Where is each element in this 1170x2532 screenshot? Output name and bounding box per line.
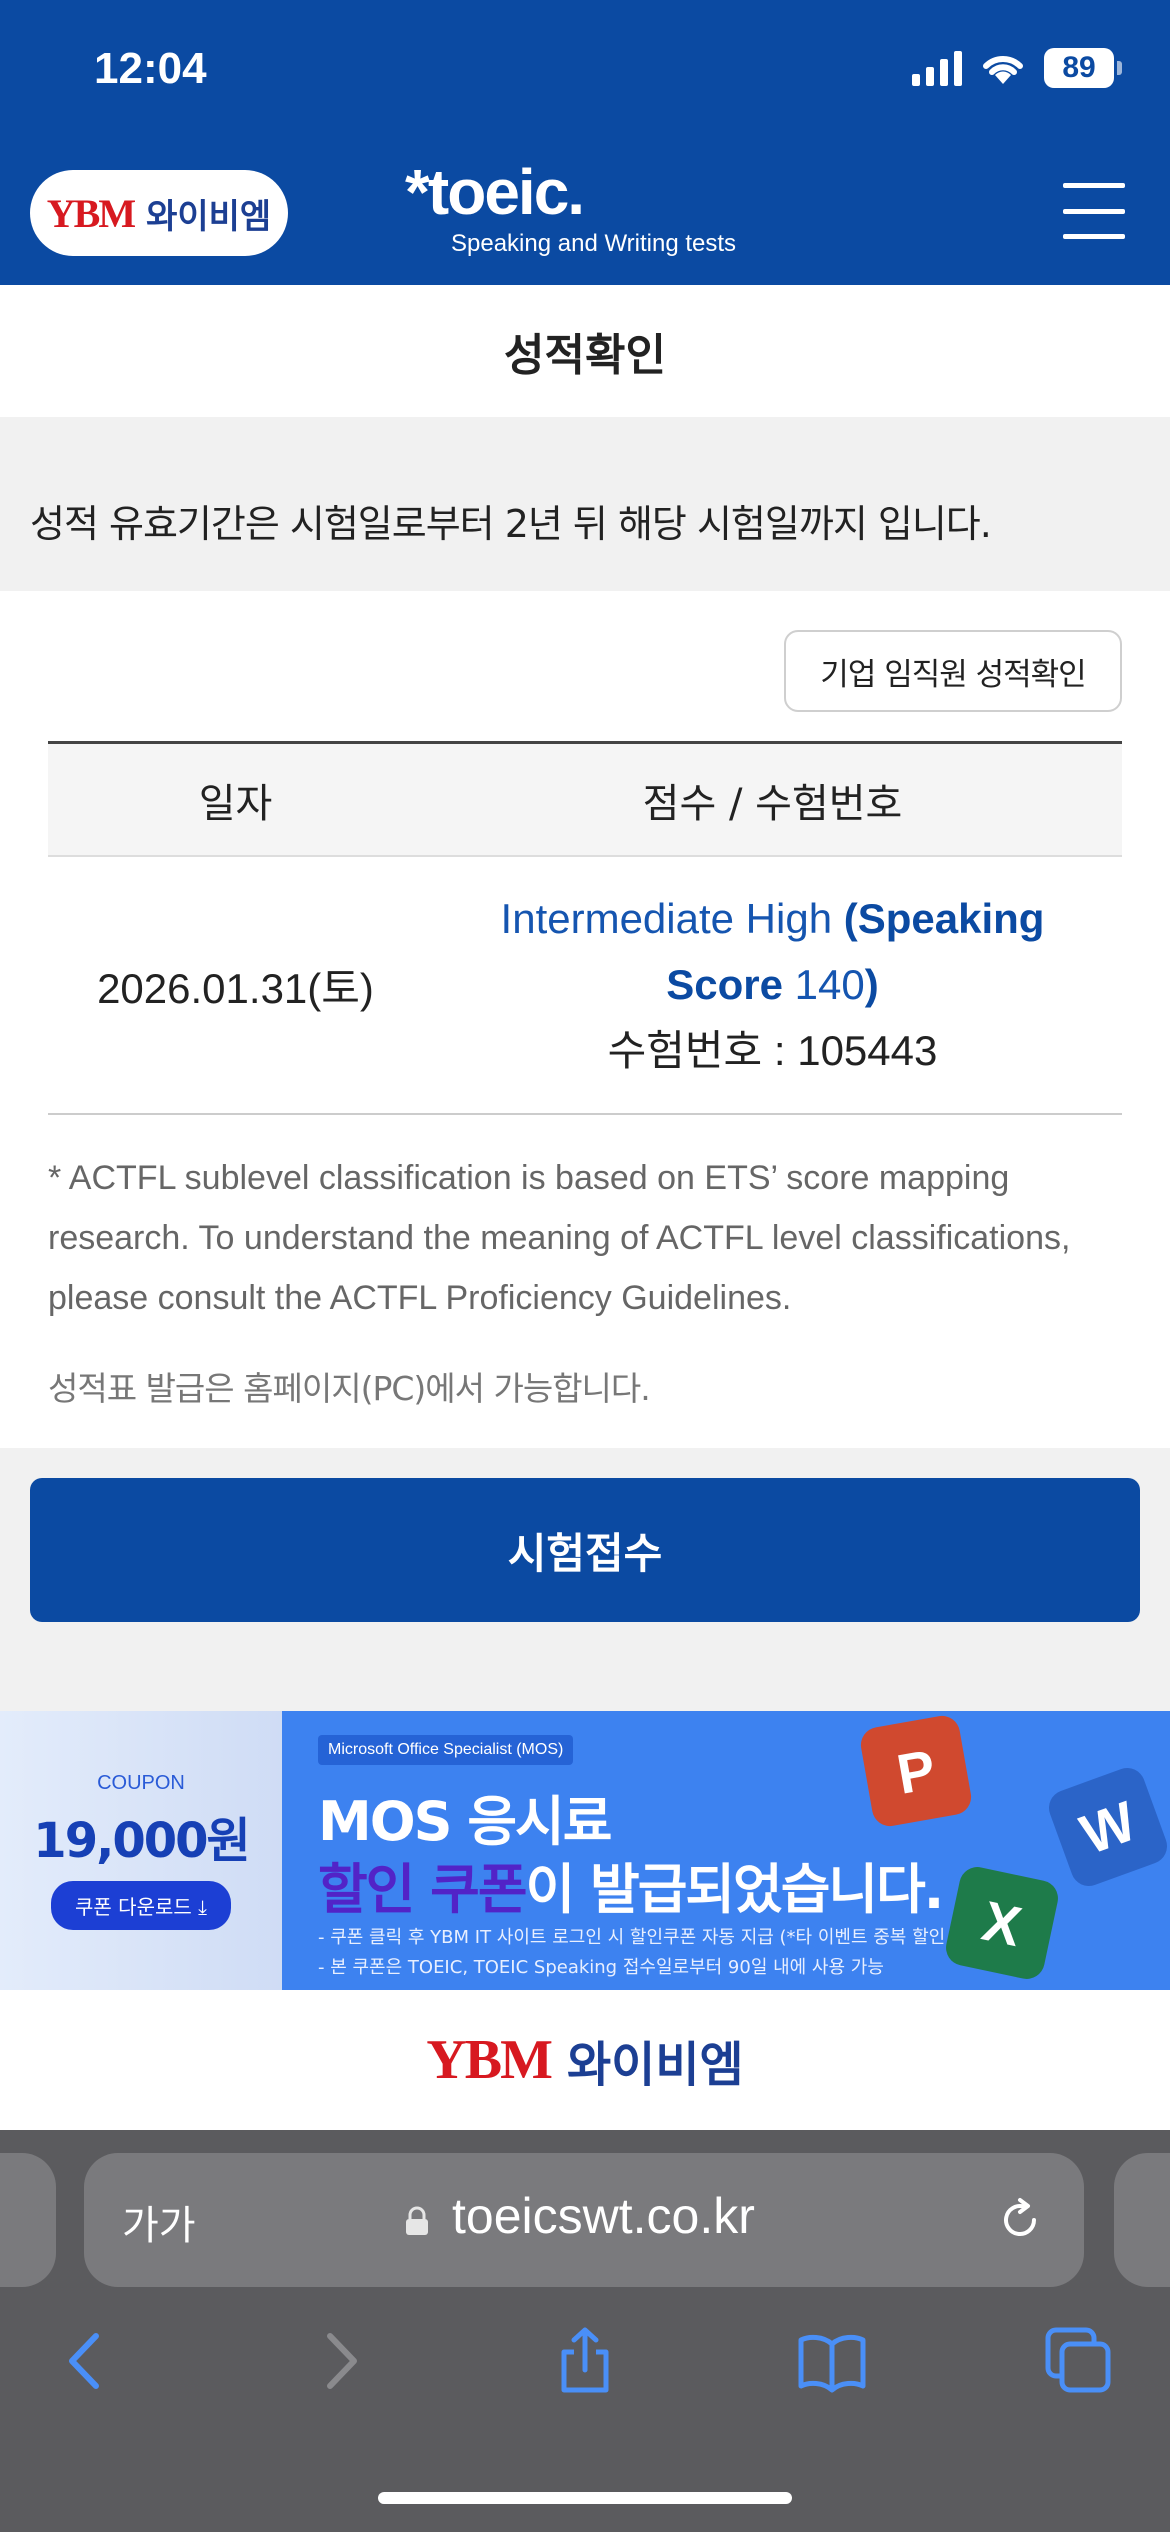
mos-headline: 할인 쿠폰이 발급되었습니다. bbox=[318, 1845, 945, 1924]
corporate-score-check-button[interactable]: 기업 임직원 성적확인 bbox=[784, 630, 1122, 712]
mos-highlight: 할인 쿠폰 bbox=[318, 1858, 528, 1921]
score-open: (Speaking bbox=[843, 895, 1045, 942]
actfl-note: * ACTFL sublevel classification is based… bbox=[48, 1159, 1071, 1317]
mos-rest: 이 발급되었습니다. bbox=[525, 1858, 945, 1921]
footer-logo[interactable]: YBM 와이비엠 bbox=[0, 1990, 1170, 2130]
score-table: 일자 점수 / 수험번호 2026.01.31(토) Intermediate … bbox=[48, 741, 1122, 1115]
mos-coupon-banner[interactable]: COUPON 19,000원 쿠폰 다운로드 ⤓ Microsoft Offic… bbox=[0, 1711, 1170, 1990]
bookmarks-icon[interactable] bbox=[797, 2326, 867, 2396]
home-indicator[interactable] bbox=[378, 2492, 792, 2504]
tabs-icon[interactable] bbox=[1044, 2326, 1114, 2396]
toeic-wordmark: *toeic. bbox=[405, 156, 585, 228]
coupon-panel: COUPON 19,000원 쿠폰 다운로드 ⤓ bbox=[0, 1711, 282, 1990]
reload-icon[interactable] bbox=[994, 2194, 1046, 2246]
score-value: 140 bbox=[794, 961, 865, 1008]
excel-icon: X bbox=[942, 1863, 1062, 1983]
ybm-mark: YBM bbox=[46, 190, 136, 236]
validity-notice-text: 성적 유효기간은 시험일로부터 2년 뒤 해당 시험일까지 입니다. bbox=[30, 502, 992, 546]
share-icon[interactable] bbox=[550, 2326, 620, 2396]
score-word: Score bbox=[666, 961, 783, 1008]
toeic-logo[interactable]: *toeic. Speaking and Writing tests bbox=[405, 160, 736, 258]
footer-ybm-text: 와이비엠 bbox=[567, 2037, 744, 2093]
forward-icon[interactable] bbox=[304, 2326, 374, 2396]
column-header-date: 일자 bbox=[198, 780, 273, 827]
page-title-bar: 성적확인 bbox=[0, 285, 1170, 417]
menu-icon[interactable] bbox=[1063, 183, 1125, 239]
issue-note: 성적표 발급은 홈페이지(PC)에서 가능합니다. bbox=[48, 1369, 651, 1408]
level-text: Intermediate High bbox=[500, 895, 833, 942]
coupon-price: 19,000원 bbox=[33, 1812, 250, 1869]
powerpoint-icon: P bbox=[858, 1713, 974, 1829]
status-icons: 89 bbox=[912, 48, 1122, 88]
validity-notice: 성적 유효기간은 시험일로부터 2년 뒤 해당 시험일까지 입니다. bbox=[0, 417, 1170, 591]
table-header: 일자 점수 / 수험번호 bbox=[48, 741, 1122, 857]
status-time: 12:04 bbox=[94, 44, 207, 93]
column-header-score: 점수 / 수험번호 bbox=[642, 780, 903, 827]
lock-icon bbox=[406, 2206, 428, 2235]
word-icon: W bbox=[1043, 1762, 1170, 1892]
ybm-text: 와이비엠 bbox=[146, 196, 272, 237]
score-close: ) bbox=[864, 961, 879, 1008]
ybm-logo-button[interactable]: YBM 와이비엠 bbox=[30, 170, 288, 256]
cellular-signal-icon bbox=[912, 50, 962, 86]
wifi-icon bbox=[983, 55, 1023, 84]
previous-tab-preview[interactable] bbox=[0, 2153, 56, 2287]
exam-number: 수험번호 : 105443 bbox=[607, 1027, 938, 1074]
coupon-label: COUPON bbox=[97, 1771, 185, 1794]
toeic-subtitle: Speaking and Writing tests bbox=[451, 230, 737, 257]
table-row[interactable]: 2026.01.31(토) Intermediate High (Speakin… bbox=[48, 857, 1122, 1115]
apply-exam-button[interactable]: 시험접수 bbox=[30, 1478, 1140, 1622]
back-icon[interactable] bbox=[52, 2326, 122, 2396]
mos-note-2: - 본 쿠폰은 TOEIC, TOEIC Speaking 접수일로부터 90일… bbox=[318, 1957, 884, 1978]
url-text[interactable]: toeicswt.co.kr bbox=[452, 2187, 755, 2245]
mos-note-1: - 쿠폰 클릭 후 YBM IT 사이트 로그인 시 할인쿠폰 자동 지급 (*… bbox=[318, 1927, 992, 1948]
page-title: 성적확인 bbox=[504, 330, 666, 381]
exam-date: 2026.01.31(토) bbox=[97, 964, 374, 1012]
coupon-download-button[interactable]: 쿠폰 다운로드 ⤓ bbox=[51, 1880, 231, 1930]
score-cell: Intermediate High (Speaking Score 140) 수… bbox=[423, 886, 1122, 1084]
text-size-button[interactable]: 가가 bbox=[122, 2193, 196, 2251]
next-tab-preview[interactable] bbox=[1114, 2153, 1170, 2287]
footer-ybm-mark: YBM bbox=[426, 2029, 553, 2091]
mos-tag: Microsoft Office Specialist (MOS) bbox=[318, 1735, 574, 1765]
battery-icon: 89 bbox=[1044, 48, 1122, 88]
